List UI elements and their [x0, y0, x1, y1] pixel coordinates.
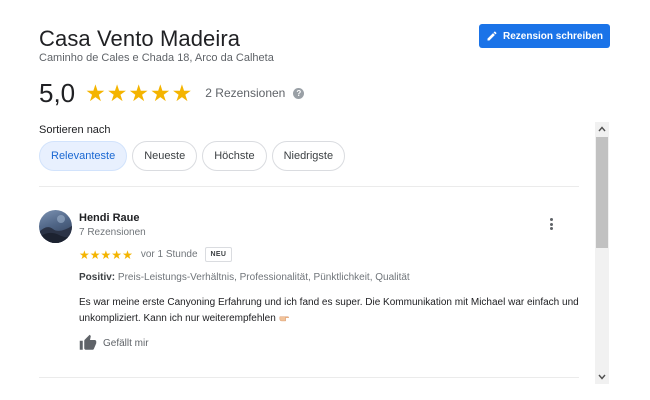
help-circle-icon[interactable]: ?	[293, 87, 305, 99]
scrollbar[interactable]	[595, 122, 609, 384]
star-icon: ★	[89, 247, 101, 262]
positive-items: Preis-Leistungs-Verhältnis, Professional…	[117, 272, 410, 283]
scroll-thumb[interactable]	[596, 137, 608, 248]
more-options-icon[interactable]	[545, 216, 557, 232]
review-time: vor 1 Stunde	[140, 249, 198, 260]
sort-chip-lowest[interactable]: Niedrigste	[271, 141, 346, 171]
rating-stars: ★ ★ ★ ★ ★	[85, 79, 193, 106]
review-count[interactable]: 2 Rezensionen	[205, 86, 285, 100]
avatar-photo-icon	[39, 215, 72, 243]
star-icon: ★	[79, 247, 90, 262]
like-label: Gefällt mir	[103, 337, 149, 349]
sort-chips: Relevanteste Neueste Höchste Niedrigste	[39, 141, 346, 171]
star-icon: ★	[122, 247, 133, 262]
star-icon: ★	[100, 247, 112, 262]
divider	[39, 186, 579, 187]
scroll-up-icon[interactable]	[595, 122, 609, 136]
star-icon: ★	[85, 79, 106, 106]
new-badge: NEU	[204, 247, 233, 262]
star-icon: ★	[106, 79, 128, 106]
sort-label: Sortieren nach	[39, 124, 111, 136]
avatar[interactable]	[39, 210, 72, 243]
scroll-down-icon[interactable]	[595, 370, 609, 384]
divider	[39, 377, 579, 378]
write-review-button[interactable]: Rezension schreiben	[479, 24, 610, 48]
pencil-icon	[487, 31, 497, 41]
pointing-hand-emoji-icon	[279, 316, 289, 322]
like-button[interactable]: Gefällt mir	[79, 334, 149, 352]
review-meta: ★ ★ ★ ★ ★ vor 1 Stunde NEU	[79, 247, 233, 262]
review-stars: ★ ★ ★ ★ ★	[79, 249, 133, 261]
positive-attributes: Positiv: Preis-Leistungs-Verhältnis, Pro…	[79, 272, 410, 283]
sort-chip-highest[interactable]: Höchste	[202, 141, 267, 171]
rating-value: 5,0	[39, 77, 76, 108]
thumbs-up-icon	[79, 334, 97, 350]
review-body: Es war meine erste Canyoning Erfahrung u…	[79, 297, 579, 324]
place-title: Casa Vento Madeira	[39, 26, 241, 51]
reviewer-name[interactable]: Hendi Raue	[79, 212, 140, 224]
place-address: Caminho de Cales e Chada 18, Arco da Cal…	[39, 52, 274, 64]
star-icon: ★	[150, 79, 171, 106]
reviewer-review-count: 7 Rezensionen	[79, 227, 146, 238]
star-icon: ★	[111, 247, 123, 262]
star-icon: ★	[128, 79, 150, 106]
sort-chip-relevant[interactable]: Relevanteste	[39, 141, 128, 171]
sort-chip-newest[interactable]: Neueste	[132, 141, 198, 171]
review-text: Es war meine erste Canyoning Erfahrung u…	[79, 295, 579, 327]
write-review-label: Rezension schreiben	[503, 30, 604, 42]
rating-summary: 5,0 ★ ★ ★ ★ ★ 2 Rezensionen ?	[39, 77, 305, 108]
positive-label: Positiv:	[79, 272, 116, 283]
star-icon: ★	[171, 79, 193, 106]
